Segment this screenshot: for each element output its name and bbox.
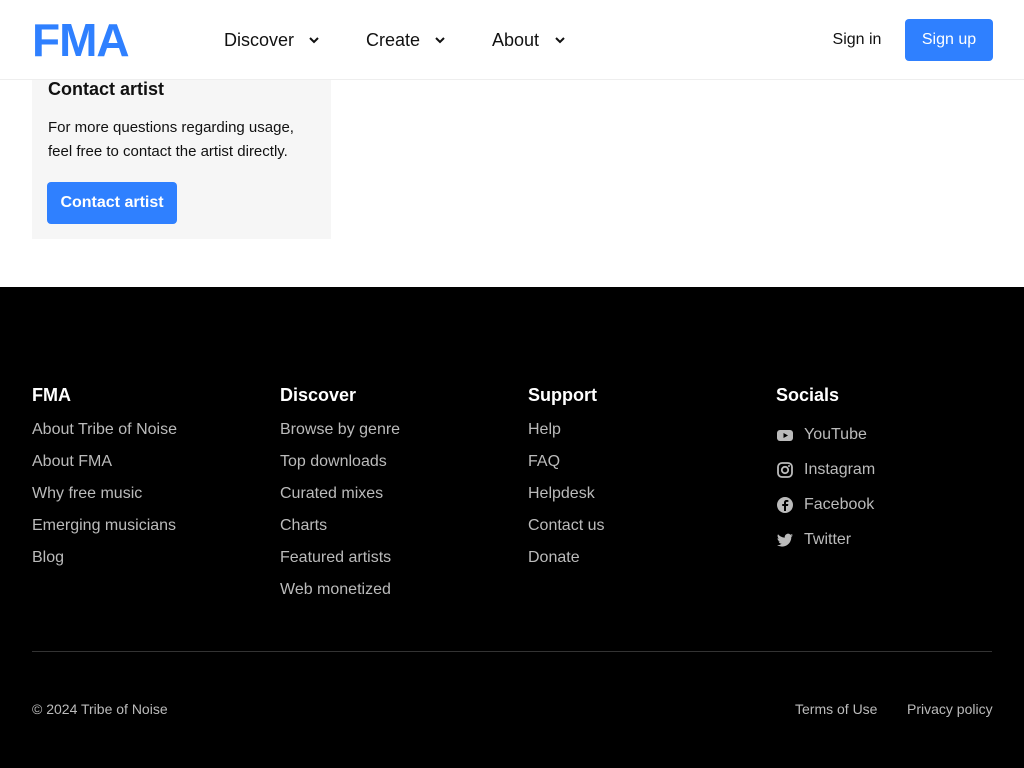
- footer-link[interactable]: About FMA: [32, 449, 177, 481]
- site-header: FMA Discover Create About Sign in Sign u…: [0, 0, 1024, 80]
- footer-link[interactable]: FAQ: [528, 449, 604, 481]
- footer-column-title: Discover: [280, 385, 357, 405]
- footer-link[interactable]: Contact us: [528, 513, 604, 545]
- nav-about-label: About: [492, 29, 540, 50]
- footer-column-title: FMA: [32, 385, 71, 405]
- footer-link[interactable]: Emerging musicians: [32, 513, 177, 545]
- nav-about[interactable]: About: [492, 28, 539, 52]
- contact-artist-card: Contact artist For more questions regard…: [32, 80, 331, 239]
- social-link-instagram[interactable]: Instagram: [776, 452, 875, 487]
- sign-up-button[interactable]: Sign up: [905, 19, 993, 61]
- footer-link[interactable]: Top downloads: [280, 449, 400, 481]
- footer-link[interactable]: Curated mixes: [280, 481, 400, 513]
- nav-discover-label: Discover: [224, 29, 295, 50]
- footer-column-discover: Discover Browse by genre Top downloads C…: [280, 383, 400, 609]
- footer-column-fma: FMA About Tribe of Noise About FMA Why f…: [32, 383, 177, 577]
- privacy-policy-link[interactable]: Privacy policy: [907, 701, 993, 717]
- copyright-text: © 2024 Tribe of Noise: [32, 701, 168, 717]
- footer-link[interactable]: Web monetized: [280, 577, 400, 609]
- twitter-icon: [776, 531, 794, 549]
- contact-artist-title: Contact artist: [48, 79, 165, 99]
- footer-link[interactable]: Browse by genre: [280, 417, 400, 449]
- social-label: YouTube: [804, 425, 867, 443]
- social-link-twitter[interactable]: Twitter: [776, 522, 875, 557]
- sign-in-button[interactable]: Sign in: [816, 19, 898, 61]
- chevron-down-icon[interactable]: [547, 27, 573, 53]
- site-footer: FMA About Tribe of Noise About FMA Why f…: [0, 287, 1024, 768]
- terms-of-use-link[interactable]: Terms of Use: [795, 701, 877, 717]
- footer-link[interactable]: Blog: [32, 545, 177, 577]
- footer-column-title: Support: [528, 385, 597, 405]
- facebook-icon: [776, 496, 794, 514]
- footer-link[interactable]: Featured artists: [280, 545, 400, 577]
- footer-link[interactable]: Donate: [528, 545, 604, 577]
- footer-column-support: Support Help FAQ Helpdesk Contact us Don…: [528, 383, 604, 577]
- footer-link[interactable]: Helpdesk: [528, 481, 604, 513]
- contact-artist-button[interactable]: Contact artist: [47, 182, 177, 224]
- social-label: Twitter: [804, 530, 852, 548]
- nav-discover[interactable]: Discover: [224, 28, 294, 52]
- nav-create-label: Create: [366, 29, 421, 50]
- footer-link[interactable]: Help: [528, 417, 604, 449]
- footer-link[interactable]: Why free music: [32, 481, 177, 513]
- footer-link[interactable]: About Tribe of Noise: [32, 417, 177, 449]
- chevron-down-icon[interactable]: [427, 27, 453, 53]
- social-link-facebook[interactable]: Facebook: [776, 487, 875, 522]
- social-link-youtube[interactable]: YouTube: [776, 417, 875, 452]
- footer-divider: [32, 651, 992, 652]
- nav-create[interactable]: Create: [366, 28, 420, 52]
- fma-logo-mark: FMA: [32, 14, 130, 66]
- contact-artist-text: For more questions regarding usage, feel…: [48, 119, 294, 160]
- svg-text:FMA: FMA: [32, 18, 129, 62]
- social-label: Instagram: [804, 460, 876, 478]
- footer-column-socials: Socials YouTube Instagram Facebook Twitt…: [776, 383, 875, 557]
- footer-link[interactable]: Charts: [280, 513, 400, 545]
- youtube-icon: [776, 426, 794, 444]
- social-label: Facebook: [804, 495, 875, 513]
- fma-logo[interactable]: FMA: [32, 14, 160, 66]
- instagram-icon: [776, 461, 794, 479]
- chevron-down-icon[interactable]: [301, 27, 327, 53]
- footer-column-title: Socials: [776, 385, 840, 405]
